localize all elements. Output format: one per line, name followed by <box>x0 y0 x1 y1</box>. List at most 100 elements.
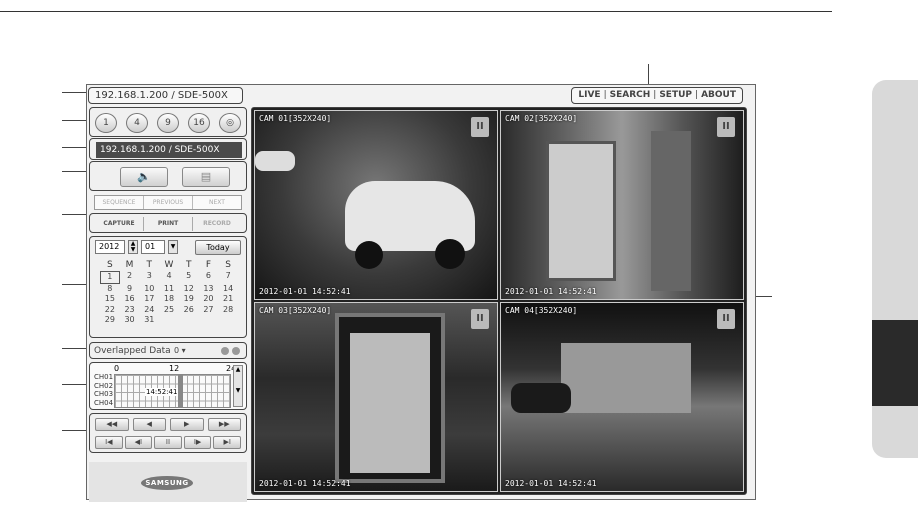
rewind-button[interactable]: ◀ <box>132 418 166 431</box>
car-shape <box>511 383 571 413</box>
wall-shape <box>651 131 691 291</box>
split-16-button[interactable]: 16 <box>188 113 210 133</box>
fast-forward-button[interactable]: ▶▶ <box>207 418 241 431</box>
tick-mid: 12 <box>169 364 180 373</box>
menu-live[interactable]: LIVE <box>578 88 600 103</box>
pause-button[interactable]: II <box>154 436 182 449</box>
record-button[interactable]: RECORD <box>193 217 241 231</box>
calendar-day[interactable]: 7 <box>218 271 238 284</box>
sequence-group: SEQUENCE PREVIOUS NEXT <box>94 195 242 210</box>
play-button[interactable]: ▶ <box>170 418 204 431</box>
weekday-label: S <box>225 260 231 270</box>
camera-title: CAM 02[352X240] <box>505 114 578 123</box>
calendar-day[interactable]: 27 <box>199 305 219 316</box>
go-first-button[interactable]: I◀ <box>95 436 123 449</box>
calendar-day[interactable]: 1 <box>100 271 120 284</box>
calendar-day[interactable]: 29 <box>100 315 120 326</box>
calendar-day[interactable]: 9 <box>120 284 140 295</box>
calendar-day[interactable]: 21 <box>218 294 238 305</box>
device-info-group: 192.168.1.200 / SDE-500X <box>89 138 247 160</box>
video-grid: CAM 01[352X240] II 2012-01-01 14:52:41 C… <box>251 107 747 495</box>
calendar-day[interactable]: 8 <box>100 284 120 295</box>
calendar-day[interactable]: 16 <box>120 294 140 305</box>
capture-group: CAPTURE PRINT RECORD <box>89 213 247 233</box>
weekday-label: T <box>185 260 192 270</box>
calendar-day[interactable]: 26 <box>179 305 199 316</box>
calendar-day[interactable]: 11 <box>159 284 179 295</box>
calendar-day[interactable]: 18 <box>159 294 179 305</box>
year-spinner[interactable]: ▲ ▼ <box>128 240 138 254</box>
split-4-button[interactable]: 4 <box>126 113 148 133</box>
overlapped-select[interactable]: 0 ▾ <box>174 345 204 357</box>
go-last-button[interactable]: ▶I <box>213 436 241 449</box>
today-button[interactable]: Today <box>195 240 241 255</box>
menu-search[interactable]: SEARCH <box>610 88 651 103</box>
calendar-day[interactable]: 17 <box>139 294 159 305</box>
calendar-day[interactable]: 6 <box>199 271 219 284</box>
calendar-day[interactable]: 23 <box>120 305 140 316</box>
camera-view-1[interactable]: CAM 01[352X240] II 2012-01-01 14:52:41 <box>254 110 498 300</box>
weekday-label: F <box>205 260 212 270</box>
next-overlap-icon[interactable] <box>232 347 240 355</box>
audio-osd-group: 🔈 ▤ <box>89 161 247 191</box>
step-forward-button[interactable]: I▶ <box>183 436 212 449</box>
chevron-down-icon[interactable]: ▼ <box>168 240 178 254</box>
osd-icon[interactable]: ▤ <box>182 167 230 187</box>
next-button[interactable]: NEXT <box>193 196 241 209</box>
calendar-day[interactable]: 15 <box>100 294 120 305</box>
calendar-day[interactable]: 2 <box>120 271 140 284</box>
split-1-button[interactable]: 1 <box>95 113 117 133</box>
calendar-day[interactable]: 20 <box>199 294 219 305</box>
menu-setup[interactable]: SETUP <box>659 88 692 103</box>
print-button[interactable]: PRINT <box>144 217 193 231</box>
calendar-day[interactable]: 12 <box>179 284 199 295</box>
camera-view-4[interactable]: CAM 04[352X240] II 2012-01-01 14:52:41 <box>500 302 744 492</box>
calendar-day[interactable]: 3 <box>139 271 159 284</box>
step-back-button[interactable]: ◀I <box>124 436 153 449</box>
sequence-button[interactable]: SEQUENCE <box>95 196 144 209</box>
calendar-day[interactable]: 10 <box>139 284 159 295</box>
door-shape <box>546 141 616 281</box>
pause-icon[interactable]: II <box>471 309 489 329</box>
pause-icon[interactable]: II <box>717 117 735 137</box>
prev-overlap-icon[interactable] <box>221 347 229 355</box>
calendar-day[interactable]: 5 <box>179 271 199 284</box>
calendar-day[interactable]: 31 <box>139 315 159 326</box>
main-menu: LIVE | SEARCH | SETUP | ABOUT <box>571 87 743 104</box>
menu-about[interactable]: ABOUT <box>701 88 736 103</box>
split-9-button[interactable]: 9 <box>157 113 179 133</box>
camera-view-3[interactable]: CAM 03[352X240] II 2012-01-01 14:52:41 <box>254 302 498 492</box>
previous-button[interactable]: PREVIOUS <box>144 196 193 209</box>
camera-view-2[interactable]: CAM 02[352X240] II 2012-01-01 14:52:41 <box>500 110 744 300</box>
playback-controls: ◀◀ ◀ ▶ ▶▶ I◀ ◀I II I▶ ▶I <box>89 413 247 453</box>
device-address-field: 192.168.1.200 / SDE-500X <box>96 142 242 158</box>
channel-label: CH04 <box>94 398 114 407</box>
top-rule <box>0 11 832 12</box>
calendar-grid: S M T W T F S 1 2 3 4 5 6 7 8 9 10 11 12 13 14 15 16 17 18 19 20 21… <box>100 259 238 326</box>
calendar-day[interactable]: 25 <box>159 305 179 316</box>
weekday-label: M <box>125 260 134 270</box>
weekday-label: T <box>146 260 153 270</box>
calendar-day[interactable]: 24 <box>139 305 159 316</box>
garage-shape <box>561 343 691 413</box>
fast-rewind-button[interactable]: ◀◀ <box>95 418 129 431</box>
door-glass-shape <box>350 333 430 473</box>
speaker-icon[interactable]: 🔈 <box>120 167 168 187</box>
weekday-label: W <box>164 260 174 270</box>
calendar-day[interactable]: 28 <box>218 305 238 316</box>
calendar-day[interactable]: 13 <box>199 284 219 295</box>
calendar-day[interactable]: 4 <box>159 271 179 284</box>
calendar-day[interactable]: 22 <box>100 305 120 316</box>
overlapped-data-group: Overlapped Data 0 ▾ <box>89 342 247 359</box>
year-field[interactable]: 2012 <box>95 240 125 254</box>
calendar-day[interactable]: 19 <box>179 294 199 305</box>
month-select[interactable]: 01 <box>141 240 165 254</box>
fullscreen-button[interactable]: ◎ <box>219 113 241 133</box>
timeline-cursor[interactable] <box>178 374 183 408</box>
pause-icon[interactable]: II <box>471 117 489 137</box>
calendar-day[interactable]: 14 <box>218 284 238 295</box>
calendar-day[interactable]: 30 <box>120 315 140 326</box>
timeline-scrollbar[interactable]: ▲ ▼ <box>233 365 243 407</box>
pause-icon[interactable]: II <box>717 309 735 329</box>
capture-button[interactable]: CAPTURE <box>95 217 144 231</box>
